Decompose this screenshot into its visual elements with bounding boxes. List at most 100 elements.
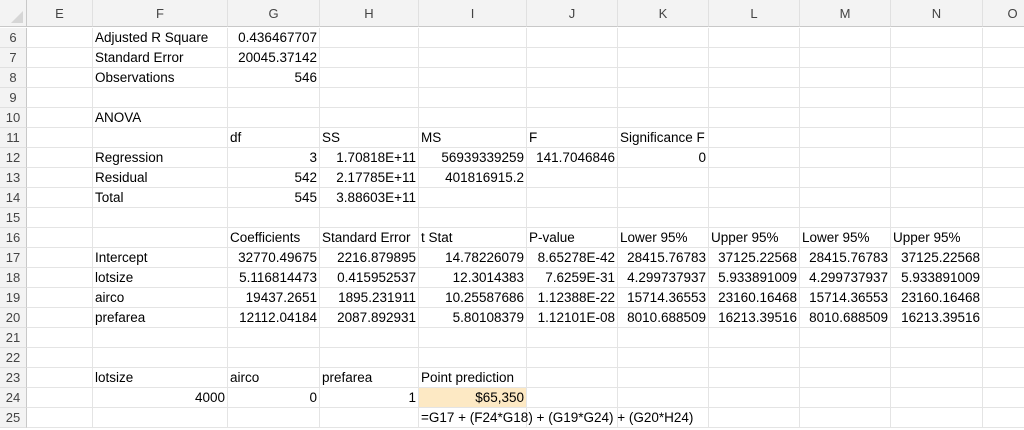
cell-K19[interactable]: 15714.36553 <box>618 288 709 308</box>
cell-G10[interactable] <box>228 108 320 128</box>
cell-N18[interactable]: 5.933891009 <box>891 268 983 288</box>
cell-O14[interactable] <box>983 188 1024 208</box>
cell-I15[interactable] <box>419 208 527 228</box>
cell-M25[interactable] <box>800 408 891 428</box>
cell-K14[interactable] <box>618 188 709 208</box>
cell-J20[interactable]: 1.12101E-08 <box>527 308 618 328</box>
cell-G14[interactable]: 545 <box>228 188 320 208</box>
cell-I18[interactable]: 12.3014383 <box>419 268 527 288</box>
cell-E15[interactable] <box>27 208 93 228</box>
cell-O22[interactable] <box>983 348 1024 368</box>
cell-K6[interactable] <box>618 28 709 48</box>
row-header-24[interactable]: 24 <box>0 388 27 408</box>
cell-J10[interactable] <box>527 108 618 128</box>
cell-J19[interactable]: 1.12388E-22 <box>527 288 618 308</box>
cell-L14[interactable] <box>709 188 800 208</box>
cell-L21[interactable] <box>709 328 800 348</box>
cell-J14[interactable] <box>527 188 618 208</box>
cell-E20[interactable] <box>27 308 93 328</box>
column-header-E[interactable]: E <box>27 0 93 27</box>
cell-K11[interactable]: Significance F <box>618 128 709 148</box>
cell-M14[interactable] <box>800 188 891 208</box>
cell-H12[interactable]: 1.70818E+11 <box>320 148 419 168</box>
column-header-J[interactable]: J <box>527 0 618 27</box>
cell-N20[interactable]: 16213.39516 <box>891 308 983 328</box>
cell-K12[interactable]: 0 <box>618 148 709 168</box>
cell-G15[interactable] <box>228 208 320 228</box>
cell-L15[interactable] <box>709 208 800 228</box>
cell-M12[interactable] <box>800 148 891 168</box>
cell-G9[interactable] <box>228 88 320 108</box>
cell-E16[interactable] <box>27 228 93 248</box>
cell-G13[interactable]: 542 <box>228 168 320 188</box>
row-header-25[interactable]: 25 <box>0 408 27 428</box>
cell-E24[interactable] <box>27 388 93 408</box>
cell-O11[interactable] <box>983 128 1024 148</box>
row-header-11[interactable]: 11 <box>0 128 27 148</box>
cell-G24[interactable]: 0 <box>228 388 320 408</box>
cell-L9[interactable] <box>709 88 800 108</box>
cell-M9[interactable] <box>800 88 891 108</box>
cell-H20[interactable]: 2087.892931 <box>320 308 419 328</box>
cell-F24[interactable]: 4000 <box>93 388 228 408</box>
cell-O8[interactable] <box>983 68 1024 88</box>
cell-K23[interactable] <box>618 368 709 388</box>
cell-H16[interactable]: Standard Error <box>320 228 419 248</box>
cell-I16[interactable]: t Stat <box>419 228 527 248</box>
cell-H24[interactable]: 1 <box>320 388 419 408</box>
column-header-K[interactable]: K <box>618 0 709 27</box>
cell-M11[interactable] <box>800 128 891 148</box>
cell-F9[interactable] <box>93 88 228 108</box>
cell-F6[interactable]: Adjusted R Square <box>93 28 228 48</box>
cell-O20[interactable] <box>983 308 1024 328</box>
cell-O25[interactable] <box>983 408 1024 428</box>
cell-E11[interactable] <box>27 128 93 148</box>
cell-H9[interactable] <box>320 88 419 108</box>
cell-H25[interactable] <box>320 408 419 428</box>
cell-N21[interactable] <box>891 328 983 348</box>
row-header-20[interactable]: 20 <box>0 308 27 328</box>
cell-F20[interactable]: prefarea <box>93 308 228 328</box>
cell-G11[interactable]: df <box>228 128 320 148</box>
cell-K22[interactable] <box>618 348 709 368</box>
cell-E23[interactable] <box>27 368 93 388</box>
cell-K17[interactable]: 28415.76783 <box>618 248 709 268</box>
cell-N24[interactable] <box>891 388 983 408</box>
cell-M10[interactable] <box>800 108 891 128</box>
cell-O9[interactable] <box>983 88 1024 108</box>
row-header-8[interactable]: 8 <box>0 68 27 88</box>
cell-N10[interactable] <box>891 108 983 128</box>
row-header-12[interactable]: 12 <box>0 148 27 168</box>
cell-G22[interactable] <box>228 348 320 368</box>
cell-E10[interactable] <box>27 108 93 128</box>
cell-O10[interactable] <box>983 108 1024 128</box>
cell-G12[interactable]: 3 <box>228 148 320 168</box>
cell-K10[interactable] <box>618 108 709 128</box>
cell-K9[interactable] <box>618 88 709 108</box>
cell-J8[interactable] <box>527 68 618 88</box>
column-header-F[interactable]: F <box>93 0 228 27</box>
row-header-6[interactable]: 6 <box>0 28 27 48</box>
cell-G25[interactable] <box>228 408 320 428</box>
cell-F15[interactable] <box>93 208 228 228</box>
row-header-15[interactable]: 15 <box>0 208 27 228</box>
row-header-7[interactable]: 7 <box>0 48 27 68</box>
cell-J21[interactable] <box>527 328 618 348</box>
cell-L11[interactable] <box>709 128 800 148</box>
cell-N13[interactable] <box>891 168 983 188</box>
cell-J15[interactable] <box>527 208 618 228</box>
cell-I14[interactable] <box>419 188 527 208</box>
cell-H13[interactable]: 2.17785E+11 <box>320 168 419 188</box>
cell-F7[interactable]: Standard Error <box>93 48 228 68</box>
cell-M6[interactable] <box>800 28 891 48</box>
cell-I19[interactable]: 10.25587686 <box>419 288 527 308</box>
cell-J16[interactable]: P-value <box>527 228 618 248</box>
cell-I6[interactable] <box>419 28 527 48</box>
cell-E14[interactable] <box>27 188 93 208</box>
cell-F13[interactable]: Residual <box>93 168 228 188</box>
cell-N15[interactable] <box>891 208 983 228</box>
cell-N19[interactable]: 23160.16468 <box>891 288 983 308</box>
cell-H18[interactable]: 0.415952537 <box>320 268 419 288</box>
cell-F18[interactable]: lotsize <box>93 268 228 288</box>
cell-E17[interactable] <box>27 248 93 268</box>
